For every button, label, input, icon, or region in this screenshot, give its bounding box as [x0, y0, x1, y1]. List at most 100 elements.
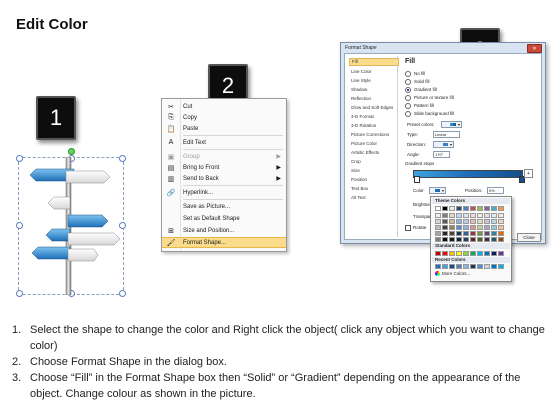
color-swatch[interactable]	[435, 231, 441, 236]
color-swatch[interactable]	[449, 206, 455, 211]
menu-item-paste[interactable]: 📋 Paste	[162, 123, 286, 134]
color-swatch[interactable]	[491, 206, 497, 211]
color-swatch[interactable]	[456, 219, 462, 224]
color-swatch[interactable]	[477, 237, 483, 242]
menu-item-copy[interactable]: ⎘ Copy	[162, 112, 286, 123]
color-swatch[interactable]	[442, 251, 448, 256]
nav-item-position[interactable]: Position	[349, 176, 397, 184]
color-swatch[interactable]	[463, 264, 469, 269]
nav-item-artistic-effects[interactable]: Artistic Effects	[349, 149, 397, 157]
preset-colors-dropdown[interactable]: ▾	[441, 121, 462, 128]
color-swatch[interactable]	[435, 206, 441, 211]
color-swatch[interactable]	[449, 219, 455, 224]
color-swatch[interactable]	[435, 237, 441, 242]
color-swatch[interactable]	[477, 251, 483, 256]
color-swatch[interactable]	[498, 225, 504, 230]
color-swatch[interactable]	[463, 213, 469, 218]
color-swatch[interactable]	[477, 264, 483, 269]
color-swatch[interactable]	[484, 264, 490, 269]
color-swatch[interactable]	[449, 237, 455, 242]
color-swatch[interactable]	[498, 237, 504, 242]
position-input[interactable]: 0%	[487, 187, 504, 194]
color-swatch[interactable]	[477, 213, 483, 218]
color-swatch[interactable]	[463, 237, 469, 242]
color-swatch[interactable]	[442, 213, 448, 218]
color-swatch[interactable]	[491, 213, 497, 218]
color-swatch[interactable]	[435, 213, 441, 218]
color-swatch[interactable]	[442, 237, 448, 242]
menu-item-save-as-picture[interactable]: Save as Picture...	[162, 201, 286, 212]
gradient-stops-bar[interactable]	[413, 170, 523, 178]
color-swatch[interactable]	[484, 237, 490, 242]
nav-item-3d-format[interactable]: 3-D Format	[349, 113, 397, 121]
rotation-handle[interactable]	[68, 148, 75, 155]
color-swatch[interactable]	[470, 251, 476, 256]
color-swatch[interactable]	[470, 237, 476, 242]
color-swatch[interactable]	[470, 225, 476, 230]
radio-gradient-fill[interactable]: Gradient fill	[405, 86, 437, 93]
nav-item-picture-corrections[interactable]: Picture Corrections	[349, 131, 397, 139]
color-swatch[interactable]	[470, 264, 476, 269]
color-swatch[interactable]	[456, 206, 462, 211]
color-swatch[interactable]	[477, 225, 483, 230]
color-swatch[interactable]	[498, 264, 504, 269]
menu-item-cut[interactable]: ✂ Cut	[162, 101, 286, 112]
color-swatch[interactable]	[449, 225, 455, 230]
menu-item-bring-to-front[interactable]: ▤ Bring to Front ▶	[162, 162, 286, 173]
nav-item-line-style[interactable]: Line Style	[349, 77, 397, 85]
color-swatch[interactable]	[442, 206, 448, 211]
color-swatch[interactable]	[484, 231, 490, 236]
menu-item-format-shape[interactable]: 🖌 Format Shape...	[162, 237, 286, 248]
nav-item-text-box[interactable]: Text Box	[349, 185, 397, 193]
color-swatch[interactable]	[477, 219, 483, 224]
menu-item-send-to-back[interactable]: ▥ Send to Back ▶	[162, 173, 286, 184]
nav-item-picture-color[interactable]: Picture Color	[349, 140, 397, 148]
color-swatch[interactable]	[470, 231, 476, 236]
color-swatch[interactable]	[435, 251, 441, 256]
nav-item-crop[interactable]: Crop	[349, 158, 397, 166]
menu-item-set-default-shape[interactable]: Set as Default Shape	[162, 213, 286, 224]
nav-item-alt-text[interactable]: Alt Text	[349, 194, 397, 202]
color-swatch[interactable]	[498, 219, 504, 224]
color-swatch[interactable]	[491, 237, 497, 242]
color-swatch[interactable]	[484, 213, 490, 218]
color-swatch[interactable]	[435, 264, 441, 269]
gradient-stop-handle[interactable]	[414, 176, 420, 183]
color-swatch[interactable]	[470, 206, 476, 211]
color-swatch[interactable]	[456, 264, 462, 269]
color-swatch[interactable]	[463, 206, 469, 211]
more-colors-link[interactable]: More Colors...	[435, 271, 470, 276]
color-swatch[interactable]	[491, 231, 497, 236]
color-swatch[interactable]	[484, 251, 490, 256]
color-swatch[interactable]	[463, 231, 469, 236]
color-swatch[interactable]	[484, 225, 490, 230]
color-swatch[interactable]	[456, 251, 462, 256]
color-swatch[interactable]	[498, 206, 504, 211]
nav-item-size[interactable]: Size	[349, 167, 397, 175]
menu-item-edit-text[interactable]: A Edit Text	[162, 137, 286, 148]
nav-item-glow[interactable]: Glow and Soft Edges	[349, 104, 397, 112]
radio-slide-background-fill[interactable]: Slide background fill	[405, 110, 454, 117]
color-swatch[interactable]	[442, 231, 448, 236]
color-swatch[interactable]	[498, 231, 504, 236]
color-swatch[interactable]	[442, 264, 448, 269]
close-button[interactable]: Close	[517, 233, 541, 242]
color-swatch[interactable]	[456, 213, 462, 218]
color-swatch[interactable]	[456, 225, 462, 230]
radio-solid-fill[interactable]: Solid fill	[405, 78, 430, 85]
color-swatch[interactable]	[491, 225, 497, 230]
add-stop-icon[interactable]: +	[524, 169, 533, 178]
nav-item-shadow[interactable]: Shadow	[349, 86, 397, 94]
rotate-row[interactable]: Rotate	[405, 224, 426, 231]
color-swatch[interactable]	[484, 206, 490, 211]
radio-no-fill[interactable]: No fill	[405, 70, 425, 77]
color-swatch[interactable]	[477, 231, 483, 236]
color-dropdown[interactable]: ▾	[429, 187, 446, 194]
direction-dropdown[interactable]: ▾	[433, 141, 454, 148]
color-swatch[interactable]	[456, 231, 462, 236]
color-swatch[interactable]	[491, 251, 497, 256]
close-icon[interactable]: ✕	[527, 44, 542, 53]
color-swatch[interactable]	[491, 264, 497, 269]
nav-item-reflection[interactable]: Reflection	[349, 95, 397, 103]
color-swatch[interactable]	[477, 206, 483, 211]
